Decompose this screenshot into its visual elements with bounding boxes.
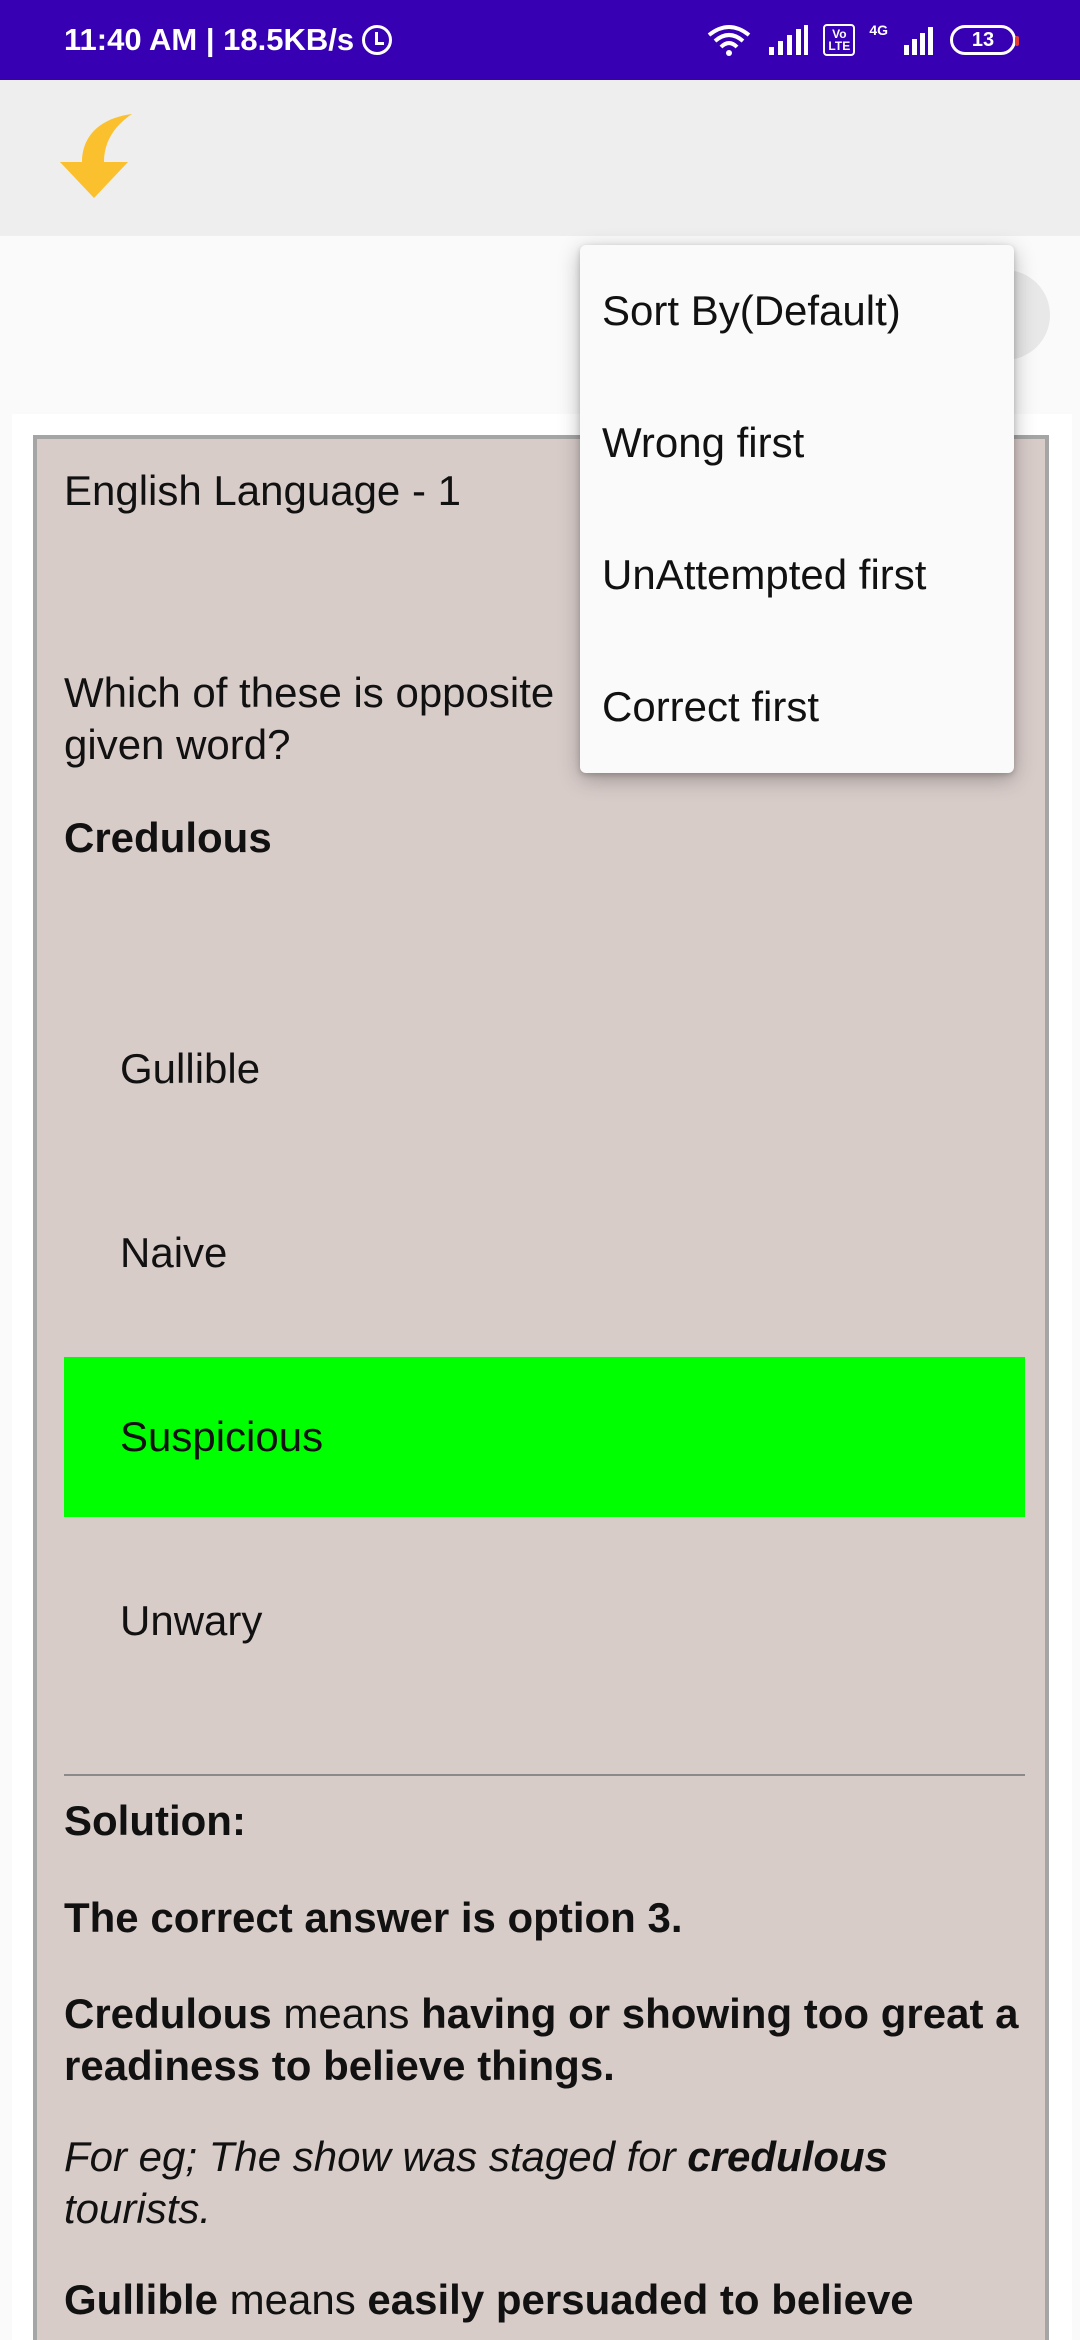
option-3-correct[interactable]: Suspicious xyxy=(64,1357,1025,1517)
battery-level: 13 xyxy=(971,28,995,51)
definition-connector: means xyxy=(218,2276,368,2323)
question-keyword: Credulous xyxy=(64,814,272,861)
signal-icon xyxy=(769,25,809,55)
question-line-1: Which of these is opposite xyxy=(64,669,555,716)
alarm-icon xyxy=(362,25,393,55)
app-bar xyxy=(0,80,1080,236)
menu-item-label: Correct first xyxy=(602,683,820,730)
definition-text: easily persuaded to believe xyxy=(367,2276,914,2323)
example-text: For eg; The show was staged for xyxy=(64,2133,688,2180)
battery-icon: 13 xyxy=(950,25,1019,55)
solution-paragraph-3: Gullible means easily persuaded to belie… xyxy=(64,2274,1044,2326)
menu-item-sort-default[interactable]: Sort By(Default) xyxy=(580,245,1014,377)
menu-item-unattempted-first[interactable]: UnAttempted first xyxy=(580,509,1014,641)
option-label: Suspicious xyxy=(120,1413,324,1460)
definition-connector: means xyxy=(271,1990,422,2037)
option-1[interactable]: Gullible xyxy=(64,989,1025,1149)
example-word: credulous xyxy=(687,2133,889,2180)
solution-title: Solution: xyxy=(64,1797,246,1844)
solution-example: For eg; The show was staged for credulou… xyxy=(64,2131,1044,2235)
network-type: 4G xyxy=(869,22,888,38)
solution-paragraph-1: Credulous means having or showing too gr… xyxy=(64,1988,1044,2092)
divider xyxy=(64,1774,1025,1776)
menu-item-label: Sort By(Default) xyxy=(602,287,901,334)
menu-item-wrong-first[interactable]: Wrong first xyxy=(580,377,1014,509)
definition-word: Credulous xyxy=(64,1990,272,2037)
status-bar: 11:40 AM | 18.5KB/s Vo LTE 4G 13 xyxy=(0,0,1080,80)
option-label: Unwary xyxy=(120,1597,263,1644)
volte-badge: Vo LTE xyxy=(823,24,856,56)
menu-item-label: UnAttempted first xyxy=(602,551,927,598)
back-arrow-icon[interactable] xyxy=(52,110,142,200)
sort-menu: Sort By(Default) Wrong first UnAttempted… xyxy=(580,245,1014,773)
option-2[interactable]: Naive xyxy=(64,1173,1025,1333)
wifi-icon xyxy=(708,25,751,56)
section-title: English Language - 1 xyxy=(64,467,461,514)
question-line-2: given word? xyxy=(64,721,291,768)
option-4[interactable]: Unwary xyxy=(64,1541,1025,1701)
signal-icon-2 xyxy=(904,27,933,55)
definition-word: Gullible xyxy=(64,2276,219,2323)
option-label: Gullible xyxy=(120,1045,261,1092)
menu-item-label: Wrong first xyxy=(602,419,805,466)
status-time: 11:40 AM | 18.5KB/s xyxy=(64,22,355,57)
solution-answer: The correct answer is option 3. xyxy=(64,1894,683,1941)
example-text-end: tourists. xyxy=(64,2185,212,2232)
option-label: Naive xyxy=(120,1229,228,1276)
menu-item-correct-first[interactable]: Correct first xyxy=(580,641,1014,773)
